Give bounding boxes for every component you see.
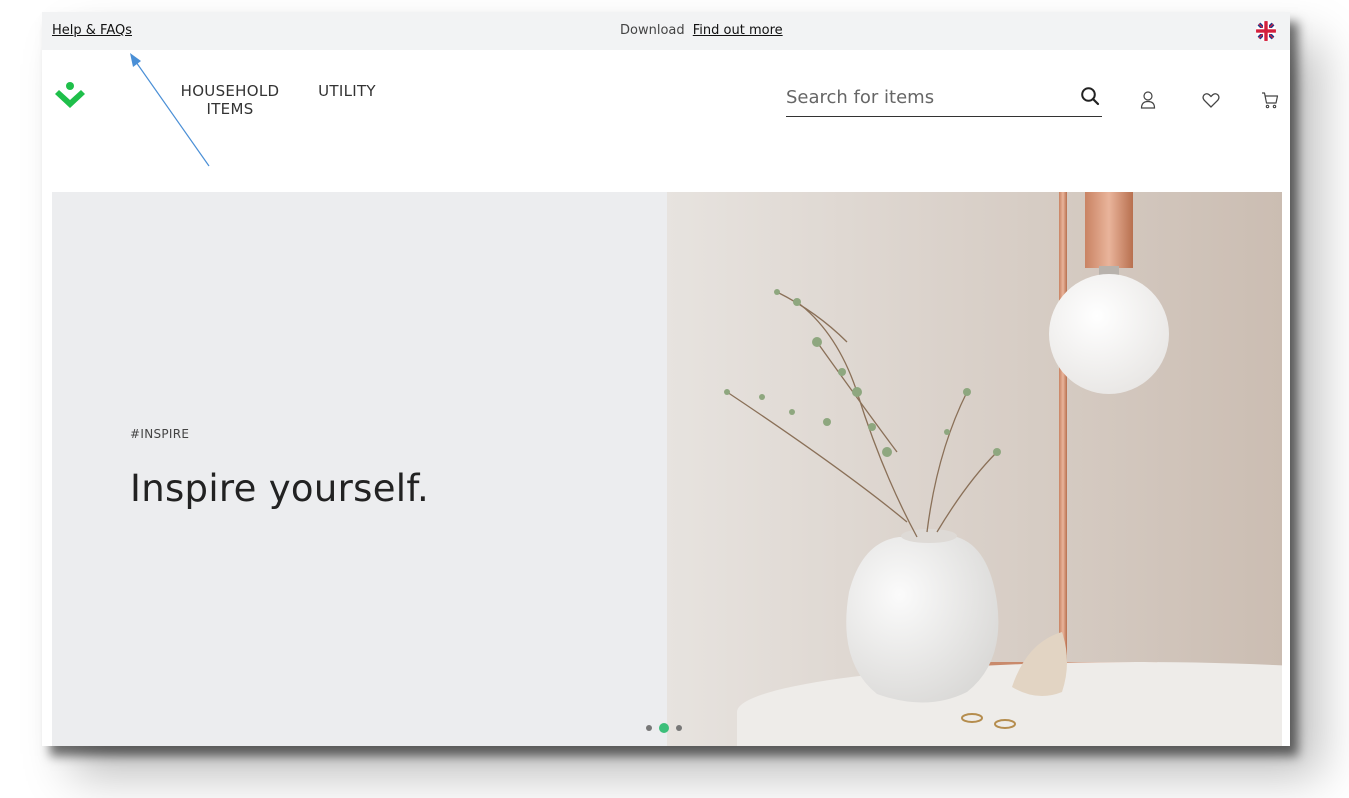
find-out-more-link[interactable]: Find out more xyxy=(693,23,783,38)
user-icon[interactable] xyxy=(1138,90,1158,110)
hero-tag: #INSPIRE xyxy=(130,427,190,441)
help-faqs-link[interactable]: Help & FAQs xyxy=(52,23,132,38)
nav-utility[interactable]: UTILITY xyxy=(312,82,382,100)
nav-household-items[interactable]: HOUSEHOLD ITEMS xyxy=(178,82,282,118)
hero-text-panel: #INSPIRE Inspire yourself. xyxy=(52,192,667,746)
top-bar: Help & FAQs Download Find out more xyxy=(42,12,1290,50)
carousel-dot[interactable] xyxy=(676,725,682,731)
search-input[interactable] xyxy=(786,84,1056,110)
uk-flag-icon[interactable] xyxy=(1256,21,1276,41)
hero-title: Inspire yourself. xyxy=(130,467,430,510)
nav-household-line2: ITEMS xyxy=(206,100,254,118)
carousel-dots xyxy=(646,722,692,734)
brand-chevron-logo-icon[interactable] xyxy=(52,80,88,116)
carousel-dot-active[interactable] xyxy=(659,723,669,733)
download-banner: Download Find out more xyxy=(620,23,783,38)
hero-banner[interactable]: #INSPIRE Inspire yourself. xyxy=(52,192,1282,746)
search-bar xyxy=(786,78,1102,117)
cart-icon[interactable] xyxy=(1260,90,1280,110)
hero-image xyxy=(667,192,1282,746)
nav-household-line1: HOUSEHOLD xyxy=(180,82,280,100)
download-text: Download xyxy=(620,23,685,38)
search-icon[interactable] xyxy=(1080,86,1100,106)
site-header: HOUSEHOLD ITEMS UTILITY xyxy=(42,50,1290,192)
nav-utility-label: UTILITY xyxy=(318,82,376,100)
carousel-dot[interactable] xyxy=(646,725,652,731)
heart-icon[interactable] xyxy=(1201,90,1221,110)
browser-page: Help & FAQs Download Find out more HOUSE… xyxy=(42,12,1290,746)
